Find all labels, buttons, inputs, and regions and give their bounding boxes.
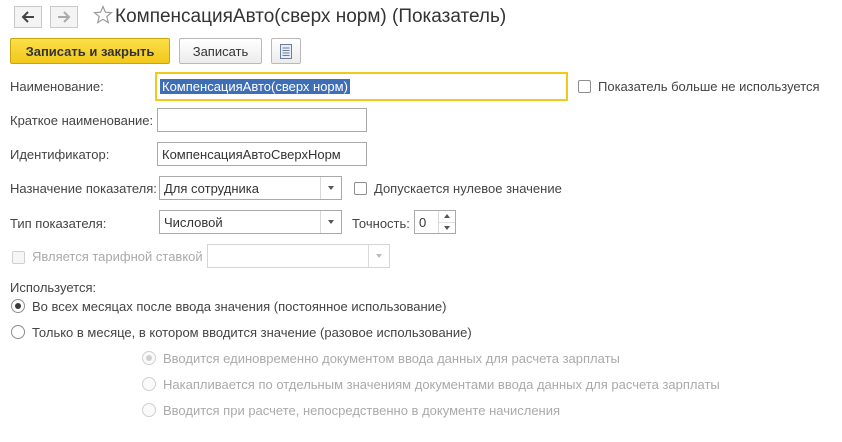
purpose-dropdown-button[interactable] [320,177,341,199]
arrow-right-icon [58,11,71,23]
chevron-up-icon [444,214,450,219]
sub-option-radio-at-calculation[interactable] [142,403,156,417]
usage-option-permanent-label: Во всех месяцах после ввода значения (по… [32,299,447,314]
type-select[interactable]: Числовой [159,210,342,234]
document-list-icon [280,43,292,59]
back-button[interactable] [14,6,42,28]
sub-option-accumulated-label: Накапливается по отдельным значениям док… [163,377,720,392]
zero-allowed-checkbox[interactable] [354,182,367,195]
chevron-down-icon [328,220,334,224]
spin-up-button[interactable] [439,211,455,222]
identifier-value: КомпенсацияАвтоСверхНорм [162,146,341,162]
precision-input[interactable]: 0 [414,210,456,234]
spin-down-button[interactable] [439,221,455,234]
radio-selected-dot [15,303,21,309]
purpose-label: Назначение показателя: [10,181,157,196]
sub-option-radio-accumulated[interactable] [142,377,156,391]
name-label: Наименование: [10,79,104,94]
star-icon [92,4,114,24]
usage-radio-one-time[interactable] [11,325,25,339]
arrow-left-icon [21,11,34,23]
sub-option-at-calculation-label: Вводится при расчете, непосредственно в … [163,403,561,418]
not-used-checkbox[interactable] [578,80,591,93]
chevron-down-icon [444,225,450,230]
short-name-label: Краткое наименование: [10,113,154,128]
sub-option-single-label: Вводится единовременно документом ввода … [163,351,620,366]
tariff-dropdown-button[interactable] [368,245,389,267]
tariff-checkbox[interactable] [12,251,25,264]
purpose-select[interactable]: Для сотрудника [159,176,342,200]
identifier-label: Идентификатор: [10,147,110,162]
page-title: КомпенсацияАвто(сверх норм) (Показатель) [115,6,507,27]
precision-value: 0 [419,214,427,230]
sub-option-radio-single[interactable] [142,351,156,365]
type-label: Тип показателя: [10,216,107,231]
name-value: КомпенсацияАвто(сверх норм) [160,79,350,94]
favorite-button[interactable] [92,4,114,28]
usage-label: Используется: [10,280,97,295]
zero-allowed-label: Допускается нулевое значение [374,181,562,196]
tariff-label: Является тарифной ставкой [32,249,203,264]
save-button[interactable]: Записать [179,38,262,64]
precision-spinner[interactable] [438,211,455,233]
chevron-down-icon [328,186,334,190]
usage-option-one-time-label: Только в месяце, в котором вводится знач… [32,325,472,340]
usage-radio-permanent[interactable] [11,299,25,313]
tariff-select[interactable] [207,244,390,268]
identifier-input[interactable]: КомпенсацияАвтоСверхНорм [157,142,367,166]
not-used-label: Показатель больше не используется [598,79,820,94]
forward-button[interactable] [50,6,78,28]
name-input[interactable]: КомпенсацияАвто(сверх норм) [155,72,568,101]
type-dropdown-button[interactable] [320,211,341,233]
type-value: Числовой [164,214,223,230]
purpose-value: Для сотрудника [164,180,259,196]
short-name-input[interactable] [157,108,367,132]
radio-selected-dot [146,355,152,361]
chevron-down-icon [376,254,382,258]
precision-label: Точность: [352,216,410,231]
document-list-button[interactable] [271,38,301,64]
save-and-close-button[interactable]: Записать и закрыть [10,38,170,64]
